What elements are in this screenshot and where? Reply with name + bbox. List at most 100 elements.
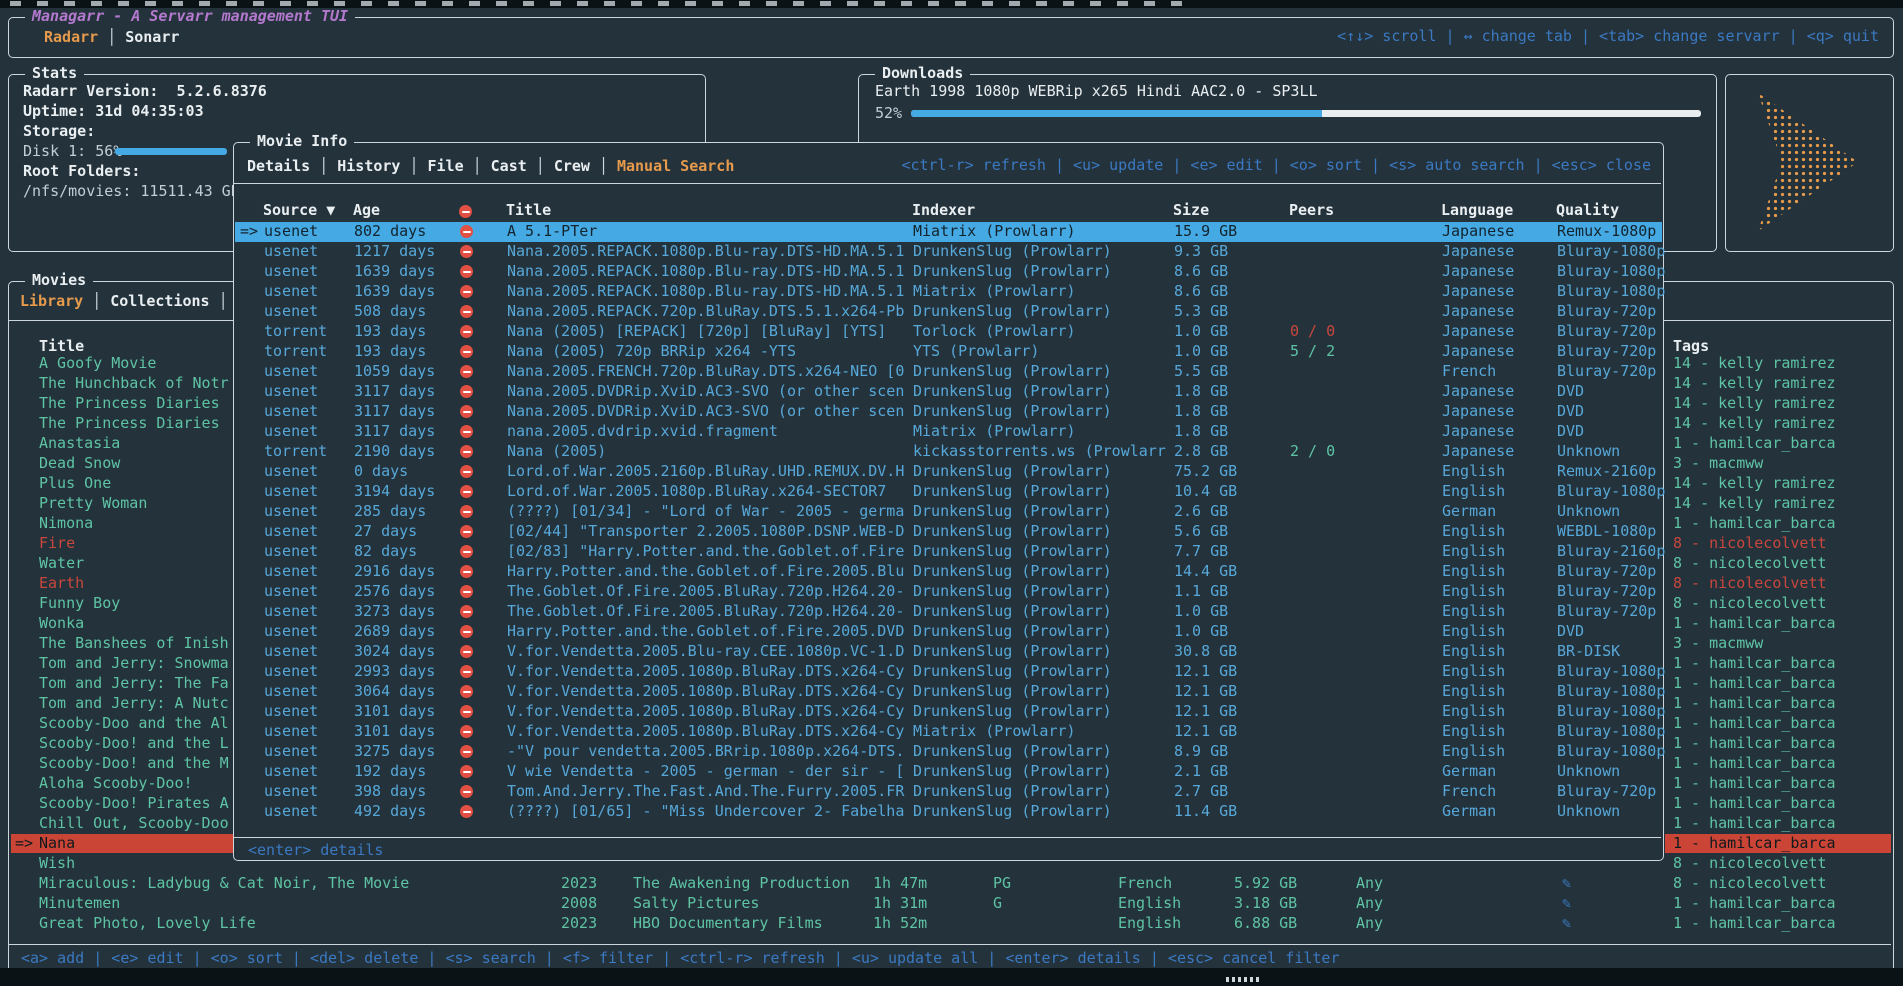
- cell-indexer: DrunkenSlug (Prowlarr): [913, 503, 1112, 520]
- col-size[interactable]: Size: [1173, 202, 1209, 219]
- col-source[interactable]: Source ▼: [263, 202, 335, 219]
- search-result-row[interactable]: usenet3101 daysV.for.Vendetta.2005.1080p…: [235, 722, 1662, 742]
- movie-row[interactable]: Miraculous: Ladybug & Cat Noir, The Movi…: [9, 874, 1891, 894]
- tab-file[interactable]: File: [419, 157, 473, 175]
- bottom-clipped-row: [0, 968, 1903, 986]
- cell-size: 7.7 GB: [1174, 543, 1228, 560]
- search-result-row[interactable]: usenet2916 daysHarry.Potter.and.the.Gobl…: [235, 562, 1662, 582]
- col-quality[interactable]: Quality: [1556, 202, 1619, 219]
- cell-source: usenet: [264, 803, 318, 820]
- cell-age: 285 days: [354, 503, 426, 520]
- clipped-text-artifact: [1226, 977, 1260, 982]
- tab-cast[interactable]: Cast: [482, 157, 536, 175]
- col-rejected no-entry-icon[interactable]: [459, 205, 472, 218]
- cell-language: English: [1442, 643, 1505, 660]
- cell-quality: DVD: [1557, 383, 1584, 400]
- col-title[interactable]: Title: [506, 202, 551, 219]
- cell-title: The.Goblet.Of.Fire.2005.BluRay.720p.H264…: [507, 583, 904, 600]
- cell-title: -"V pour vendetta.2005.BRrip.1080p.x264-…: [507, 743, 904, 760]
- cell-size: 14.4 GB: [1174, 563, 1237, 580]
- search-result-row[interactable]: usenet492 days(????) [01/65] - "Miss Und…: [235, 802, 1662, 822]
- edit-pencil-icon[interactable]: ✎: [1562, 895, 1571, 912]
- movie-row[interactable]: Minutemen2008Salty Pictures1h 31mGEnglis…: [9, 894, 1891, 914]
- cell-age: 1059 days: [354, 363, 435, 380]
- search-result-row[interactable]: usenet1059 daysNana.2005.FRENCH.720p.Blu…: [235, 362, 1662, 382]
- search-result-row[interactable]: usenet285 days(????) [01/34] - "Lord of …: [235, 502, 1662, 522]
- cell-source: usenet: [264, 383, 318, 400]
- cell-size: 2.1 GB: [1174, 763, 1228, 780]
- search-result-row[interactable]: usenet3117 daysnana.2005.dvdrip.xvid.fra…: [235, 422, 1662, 442]
- movie-title: Aloha Scooby-Doo!: [39, 775, 193, 792]
- col-peers[interactable]: Peers: [1289, 202, 1334, 219]
- search-result-row[interactable]: usenet3117 daysNana.2005.DVDRip.XviD.AC3…: [235, 402, 1662, 422]
- movie-tag: 14 - kelly ramirez: [1673, 415, 1836, 432]
- movie-tag: 1 - hamilcar_barca: [1673, 615, 1836, 632]
- cell-indexer: Miatrix (Prowlarr): [913, 723, 1076, 740]
- tab-collections[interactable]: Collections: [101, 292, 218, 310]
- edit-pencil-icon[interactable]: ✎: [1562, 915, 1571, 932]
- tab-history[interactable]: History: [328, 157, 409, 175]
- no-entry-icon: [460, 425, 473, 438]
- no-entry-icon: [460, 725, 473, 738]
- col-indexer[interactable]: Indexer: [912, 202, 975, 219]
- disk-usage-gauge: [115, 148, 227, 155]
- cell-age: 3117 days: [354, 403, 435, 420]
- cell-language: Japanese: [1442, 243, 1514, 260]
- tab-radarr[interactable]: Radarr: [35, 28, 107, 46]
- search-result-row[interactable]: torrent193 daysNana (2005) [REPACK] [720…: [235, 322, 1662, 342]
- search-result-row[interactable]: usenet27 days[02/44] "Transporter 2.2005…: [235, 522, 1662, 542]
- search-result-row[interactable]: usenet3101 daysV.for.Vendetta.2005.1080p…: [235, 702, 1662, 722]
- search-result-row[interactable]: usenet3273 daysThe.Goblet.Of.Fire.2005.B…: [235, 602, 1662, 622]
- search-result-row[interactable]: usenet3117 daysNana.2005.DVDRip.XviD.AC3…: [235, 382, 1662, 402]
- tab-details[interactable]: Details: [238, 157, 319, 175]
- search-result-row[interactable]: usenet1639 daysNana.2005.REPACK.1080p.Bl…: [235, 282, 1662, 302]
- no-entry-icon: [460, 325, 473, 338]
- cell-indexer: YTS (Prowlarr): [913, 343, 1039, 360]
- cell-language: Japanese: [1442, 223, 1514, 240]
- search-result-row[interactable]: usenet3275 days-"V pour vendetta.2005.BR…: [235, 742, 1662, 762]
- no-entry-icon: [460, 665, 473, 678]
- search-result-row[interactable]: =>usenet802 daysA 5.1-PTerMiatrix (Prowl…: [235, 222, 1662, 242]
- search-result-row[interactable]: usenet3194 daysLord.of.War.2005.1080p.Bl…: [235, 482, 1662, 502]
- tab-sonarr[interactable]: Sonarr: [116, 28, 188, 46]
- col-language[interactable]: Language: [1441, 202, 1513, 219]
- movie-title: Minutemen: [39, 895, 120, 912]
- search-result-row[interactable]: torrent2190 daysNana (2005)kickasstorren…: [235, 442, 1662, 462]
- search-result-row[interactable]: usenet398 daysTom.And.Jerry.The.Fast.And…: [235, 782, 1662, 802]
- cell-language: English: [1442, 483, 1505, 500]
- cell-language: Japanese: [1442, 423, 1514, 440]
- search-result-row[interactable]: usenet3064 daysV.for.Vendetta.2005.1080p…: [235, 682, 1662, 702]
- tab-manual-search[interactable]: Manual Search: [608, 157, 743, 175]
- movie-tag: 8 - nicolecolvett: [1673, 555, 1827, 572]
- search-result-row[interactable]: usenet508 daysNana.2005.REPACK.720p.BluR…: [235, 302, 1662, 322]
- cell-language: French: [1442, 783, 1496, 800]
- col-age[interactable]: Age: [353, 202, 380, 219]
- search-result-row[interactable]: usenet192 daysV wie Vendetta - 2005 - ge…: [235, 762, 1662, 782]
- search-result-row[interactable]: usenet2576 daysThe.Goblet.Of.Fire.2005.B…: [235, 582, 1662, 602]
- cell-quality: Bluray-1080p: [1557, 703, 1665, 720]
- cell-indexer: DrunkenSlug (Prowlarr): [913, 603, 1112, 620]
- movie-title: A Goofy Movie: [39, 355, 156, 372]
- tab-library[interactable]: Library: [11, 292, 92, 310]
- edit-pencil-icon[interactable]: ✎: [1562, 875, 1571, 892]
- tab-crew[interactable]: Crew: [545, 157, 599, 175]
- cell-source: torrent: [264, 323, 327, 340]
- cell-age: 3064 days: [354, 683, 435, 700]
- cell-source: usenet: [264, 683, 318, 700]
- movie-row[interactable]: Great Photo, Lovely Life2023HBO Document…: [9, 914, 1891, 934]
- search-result-row[interactable]: usenet82 days[02/83] "Harry.Potter.and.t…: [235, 542, 1662, 562]
- search-result-row[interactable]: usenet1217 daysNana.2005.REPACK.1080p.Bl…: [235, 242, 1662, 262]
- cell-age: 3101 days: [354, 703, 435, 720]
- search-result-row[interactable]: usenet2689 daysHarry.Potter.and.the.Gobl…: [235, 622, 1662, 642]
- search-result-row[interactable]: usenet3024 daysV.for.Vendetta.2005.Blu-r…: [235, 642, 1662, 662]
- servarr-tabs: Radarr│Sonarr: [35, 28, 188, 46]
- cell-indexer: DrunkenSlug (Prowlarr): [913, 643, 1112, 660]
- no-entry-icon: [460, 705, 473, 718]
- tab-separator: │: [536, 157, 545, 175]
- search-result-row[interactable]: usenet1639 daysNana.2005.REPACK.1080p.Bl…: [235, 262, 1662, 282]
- search-result-row[interactable]: torrent193 daysNana (2005) 720p BRRip x2…: [235, 342, 1662, 362]
- cell-quality: BR-DISK: [1557, 643, 1620, 660]
- movie-title: Water: [39, 555, 84, 572]
- search-result-row[interactable]: usenet0 daysLord.of.War.2005.2160p.BluRa…: [235, 462, 1662, 482]
- search-result-row[interactable]: usenet2993 daysV.for.Vendetta.2005.1080p…: [235, 662, 1662, 682]
